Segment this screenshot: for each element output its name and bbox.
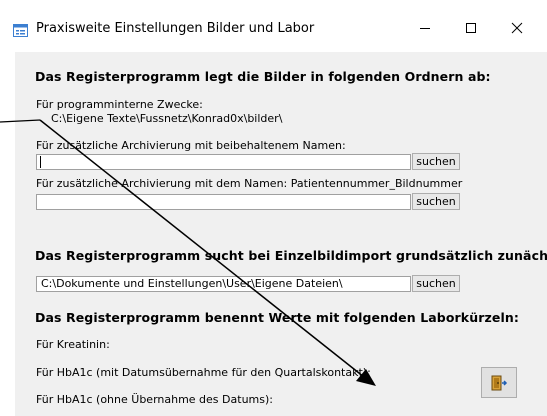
search-button-import[interactable]: suchen — [412, 275, 460, 292]
maximize-button[interactable] — [448, 10, 494, 46]
images-section-heading: Das Registerprogramm legt die Bilder in … — [35, 69, 491, 84]
exit-door-icon — [491, 375, 508, 390]
archive-same-name-field[interactable] — [36, 154, 411, 170]
lab-section-heading: Das Registerprogramm benennt Werte mit f… — [35, 310, 519, 325]
close-button[interactable] — [494, 10, 540, 46]
minimize-icon — [420, 28, 430, 29]
maximize-icon — [466, 23, 476, 33]
settings-form: Das Registerprogramm legt die Bilder in … — [15, 52, 547, 416]
archive-patient-field[interactable] — [36, 194, 411, 210]
hba1c-with-date-label: Für HbA1c (mit Datumsübernahme für den Q… — [36, 366, 371, 379]
archive-same-name-label: Für zusätzliche Archivierung mit beibeha… — [36, 139, 346, 152]
hba1c-without-date-label: Für HbA1c (ohne Übernahme des Datums): — [36, 393, 273, 406]
window-title: Praxisweite Einstellungen Bilder und Lab… — [36, 21, 315, 36]
import-path-field[interactable]: C:\Dokumente und Einstellungen\User\Eige… — [36, 276, 411, 292]
internal-path-value: C:\Eigene Texte\Fussnetz\Konrad0x\bilder… — [51, 112, 283, 125]
settings-window: Praxisweite Einstellungen Bilder und Lab… — [0, 0, 547, 416]
search-button-archive-patient[interactable]: suchen — [412, 193, 460, 210]
search-button-archive-same-name[interactable]: suchen — [412, 153, 460, 170]
close-icon — [511, 22, 523, 34]
import-path-value: C:\Dokumente und Einstellungen\User\Eige… — [41, 277, 343, 290]
archive-patient-label: Für zusätzliche Archivierung mit dem Nam… — [36, 177, 463, 190]
exit-button[interactable] — [481, 367, 517, 398]
creatinine-label: Für Kreatinin: — [36, 338, 110, 351]
import-section-heading: Das Registerprogramm sucht bei Einzelbil… — [35, 248, 547, 263]
title-bar[interactable]: Praxisweite Einstellungen Bilder und Lab… — [0, 0, 547, 52]
form-window-icon — [13, 24, 28, 37]
internal-purpose-label: Für programminterne Zwecke: — [36, 98, 203, 111]
text-cursor — [40, 156, 41, 168]
minimize-button[interactable] — [402, 10, 448, 46]
